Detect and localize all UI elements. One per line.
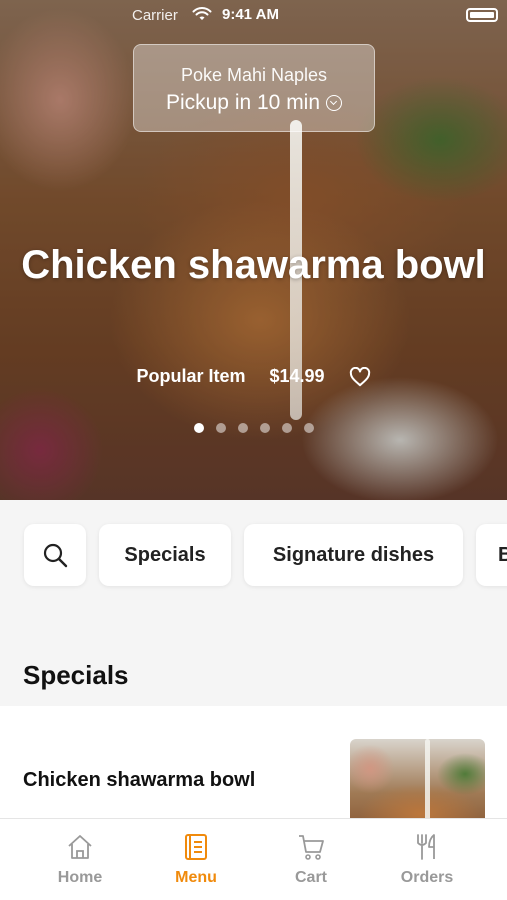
carousel-dot[interactable]	[303, 423, 314, 433]
search-icon	[43, 543, 68, 568]
store-selector[interactable]: Poke Mahi Naples Pickup in 10 min	[133, 44, 375, 132]
category-chip-specials[interactable]: Specials	[99, 524, 231, 586]
menu-item-image	[350, 739, 485, 829]
battery-icon	[466, 8, 498, 22]
category-chip-signature-dishes[interactable]: Signature dishes	[244, 524, 463, 586]
hero-meta: Popular Item $14.99	[0, 366, 507, 387]
status-bar: Carrier 9:41 AM	[0, 0, 507, 30]
tab-label: Orders	[400, 869, 454, 886]
cart-icon	[299, 835, 324, 860]
orders-icon	[417, 834, 435, 860]
search-button[interactable]	[24, 524, 86, 586]
tab-label: Cart	[294, 869, 327, 886]
tab-orders[interactable]: Orders	[377, 833, 477, 887]
carousel-dot[interactable]	[259, 423, 270, 433]
carousel-dot[interactable]	[237, 423, 248, 433]
carousel-dot[interactable]	[193, 423, 204, 433]
tab-label: Menu	[175, 869, 217, 886]
tab-home[interactable]: Home	[30, 833, 130, 887]
menu-item-name: Chicken shawarma bowl	[23, 769, 256, 791]
carousel-dot[interactable]	[281, 423, 292, 433]
popular-item-tag: Popular Item	[136, 366, 246, 386]
store-name: Poke Mahi Naples	[180, 65, 328, 85]
carousel-dots[interactable]	[0, 423, 507, 433]
tab-menu[interactable]: Menu	[146, 833, 246, 887]
wifi-icon	[192, 7, 212, 20]
bottom-tab-bar: Home Menu Cart Orders	[0, 818, 507, 900]
chevron-down-circle-icon	[326, 95, 343, 111]
tab-cart[interactable]: Cart	[261, 833, 361, 887]
carrier-label: Carrier	[132, 7, 178, 24]
category-chip-next[interactable]: B	[476, 524, 507, 586]
hero-title: Chicken shawarma bowl	[21, 243, 486, 287]
clock-time: 9:41 AM	[222, 6, 279, 23]
category-chips: Specials Signature dishes B	[0, 500, 507, 610]
home-icon	[68, 835, 92, 859]
menu-item-card[interactable]: Chicken shawarma bowl	[0, 706, 507, 829]
carousel-dot[interactable]	[215, 423, 226, 433]
heart-icon[interactable]	[349, 366, 371, 387]
hero-price: $14.99	[269, 366, 325, 386]
menu-icon	[185, 834, 207, 860]
tab-label: Home	[57, 869, 103, 886]
section-title: Specials	[23, 660, 129, 690]
pickup-label: Pickup in 10 min	[165, 91, 321, 114]
pickup-time-row: Pickup in 10 min	[134, 91, 374, 115]
